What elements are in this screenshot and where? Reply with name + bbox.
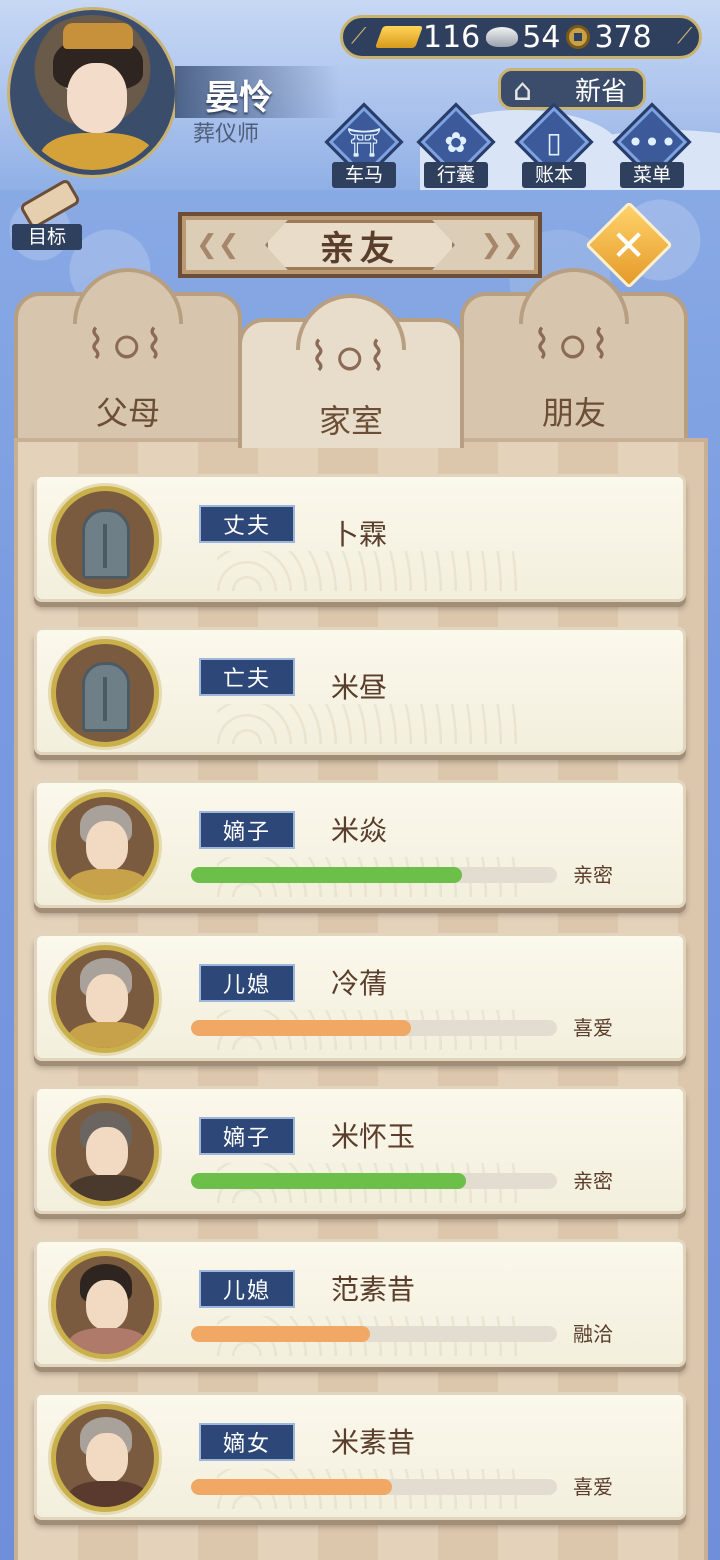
relative-role-badge: 丈夫 — [199, 505, 295, 543]
relative-role-badge: 亡夫 — [199, 658, 295, 696]
more-icon: ••• — [627, 126, 677, 159]
relative-card[interactable]: 儿媳 范素昔 融洽 — [34, 1239, 686, 1367]
goal-button[interactable]: 目标 — [8, 177, 88, 250]
bag-icon: ✿ — [444, 126, 468, 159]
carriage-icon: ⛩ — [346, 126, 382, 159]
relative-role-badge: 儿媳 — [199, 964, 295, 1002]
player-avatar[interactable] — [10, 10, 175, 175]
xinsheng-button[interactable]: ⌂ 新省 — [498, 68, 646, 110]
relation-label: 融洽 — [573, 1322, 613, 1346]
relative-name: 米焱 — [331, 814, 388, 847]
relative-name: 米怀玉 — [331, 1120, 416, 1153]
tombstone-portrait — [51, 486, 159, 594]
left-chevron-ornament-icon: ❮❮ — [196, 230, 240, 260]
relative-role-badge: 嫡女 — [199, 1423, 295, 1461]
relative-portrait — [51, 1251, 159, 1359]
coin-amount: 378 — [594, 19, 652, 55]
relative-card[interactable]: 嫡子 米焱 亲密 — [34, 780, 686, 908]
tab-friends[interactable]: ⌇ഠ⌇ 朋友 — [460, 268, 688, 442]
relative-role-badge: 嫡子 — [199, 811, 295, 849]
tombstone-portrait — [51, 639, 159, 747]
affinity-bar — [191, 1326, 557, 1342]
tab-family[interactable]: ⌇ഠ⌇ 家室 — [238, 294, 464, 448]
relation-label: 喜爱 — [573, 1016, 613, 1040]
copper-coin-icon — [566, 25, 591, 49]
tab-friends-label: 朋友 — [541, 394, 606, 432]
ledger-icon: ▯ — [546, 126, 562, 159]
gold-currency: 116 — [374, 19, 481, 55]
relative-role-badge: 儿媳 — [199, 1270, 295, 1308]
relative-card[interactable]: 嫡子 米怀玉 亲密 — [34, 1086, 686, 1214]
tab-parents-label: 父母 — [95, 394, 160, 432]
page-title-banner: ❮❮ 亲友 ❯❯ — [178, 212, 542, 278]
xinsheng-label: 新省 — [574, 76, 627, 107]
menu-bag-label: 行囊 — [424, 162, 488, 188]
menu-carriage-label: 车马 — [332, 162, 396, 188]
relative-name: 范素昔 — [331, 1273, 416, 1306]
affinity-bar — [191, 1479, 557, 1495]
affinity-bar — [191, 1173, 557, 1189]
iron-icon: ⌂ — [513, 73, 533, 108]
player-name: 晏怜 — [205, 78, 273, 118]
relative-card[interactable]: 嫡女 米素昔 喜爱 — [34, 1392, 686, 1520]
bamboo-right-icon: ⟋ — [677, 24, 693, 49]
relative-name: 卜霖 — [331, 518, 388, 551]
relation-label: 亲密 — [573, 1169, 613, 1193]
silver-amount: 54 — [522, 19, 561, 55]
silver-ingot-icon — [486, 27, 519, 47]
relative-card[interactable]: 亡夫 米昼 — [34, 627, 686, 755]
menu-more-label: 菜单 — [620, 162, 684, 188]
gold-amount: 116 — [423, 19, 481, 55]
relation-label: 喜爱 — [573, 1475, 613, 1499]
goal-label: 目标 — [12, 224, 82, 250]
relative-name: 冷蒨 — [331, 967, 388, 1000]
coin-currency: 378 — [566, 19, 652, 55]
page-title: 亲友 — [265, 220, 455, 270]
relative-portrait — [51, 945, 159, 1053]
gold-ingot-icon — [374, 26, 424, 48]
relative-card[interactable]: 丈夫 卜霖 — [34, 474, 686, 602]
relative-role-badge: 嫡子 — [199, 1117, 295, 1155]
cloud-ornament-icon: ⌇ഠ⌇ — [86, 322, 170, 368]
relative-name: 米素昔 — [331, 1426, 416, 1459]
cloud-ornament-icon: ⌇ഠ⌇ — [309, 334, 393, 380]
currency-bar: ⟋ 116 54 378 ⟋ — [340, 15, 702, 59]
silver-currency: 54 — [486, 20, 560, 55]
tab-parents[interactable]: ⌇ഠ⌇ 父母 — [14, 268, 242, 442]
relative-portrait — [51, 1098, 159, 1206]
relative-portrait — [51, 792, 159, 900]
right-chevron-ornament-icon: ❯❯ — [480, 230, 524, 260]
menu-more-button[interactable]: ••• 菜单 — [610, 102, 694, 188]
scroll-icon — [18, 177, 82, 231]
menu-bag-button[interactable]: ✿ 行囊 — [414, 102, 498, 188]
menu-ledger-label: 账本 — [522, 162, 586, 188]
player-title: 葬仪师 — [193, 122, 260, 147]
relative-portrait — [51, 1404, 159, 1512]
close-icon: ✕ — [611, 220, 647, 270]
menu-ledger-button[interactable]: ▯ 账本 — [512, 102, 596, 188]
bamboo-left-icon: ⟋ — [351, 24, 367, 49]
relative-name: 米昼 — [331, 671, 388, 704]
affinity-bar — [191, 1020, 557, 1036]
relation-label: 亲密 — [573, 863, 613, 887]
relative-card[interactable]: 儿媳 冷蒨 喜爱 — [34, 933, 686, 1061]
menu-carriage-button[interactable]: ⛩ 车马 — [322, 102, 406, 188]
affinity-bar — [191, 867, 557, 883]
cloud-ornament-icon: ⌇ഠ⌇ — [532, 322, 616, 368]
tab-family-label: 家室 — [318, 402, 383, 440]
